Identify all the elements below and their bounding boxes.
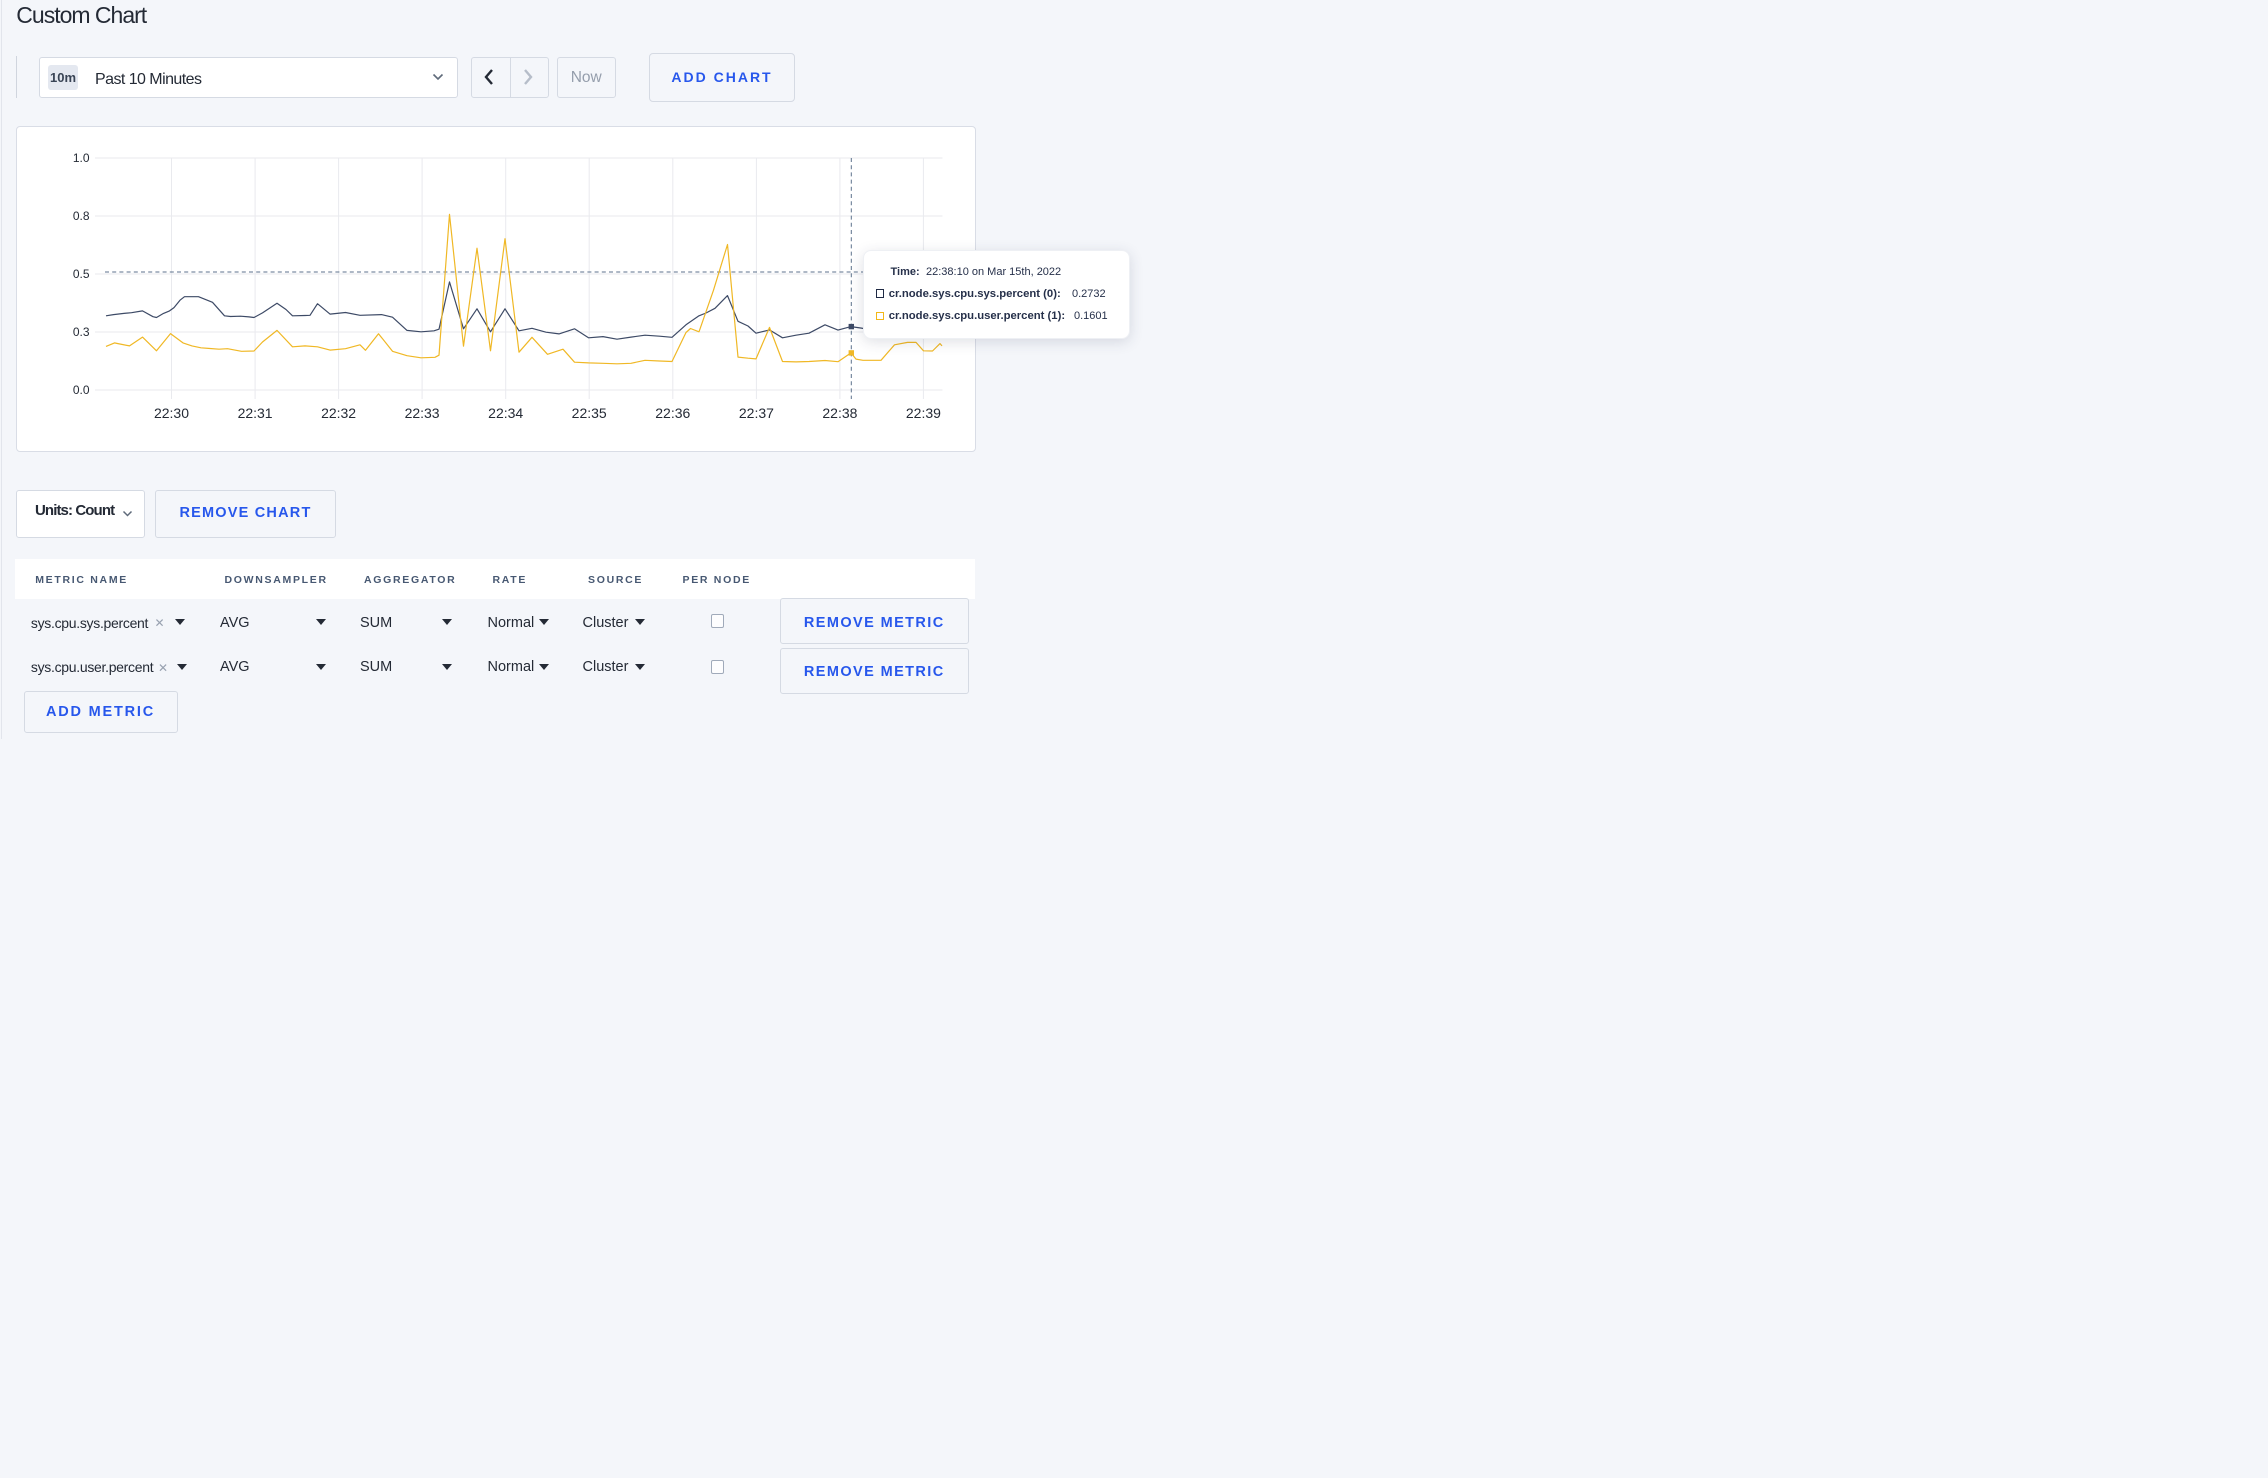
svg-text:22:31: 22:31 <box>238 405 273 421</box>
svg-text:22:37: 22:37 <box>739 405 774 421</box>
svg-text:22:34: 22:34 <box>488 405 523 421</box>
svg-text:0.8: 0.8 <box>73 209 90 223</box>
svg-text:22:38: 22:38 <box>822 405 857 421</box>
svg-text:0.0: 0.0 <box>73 383 90 397</box>
svg-text:22:30: 22:30 <box>154 405 189 421</box>
svg-text:22:33: 22:33 <box>405 405 440 421</box>
svg-text:22:36: 22:36 <box>655 405 690 421</box>
svg-text:0.5: 0.5 <box>73 267 90 281</box>
svg-text:22:39: 22:39 <box>906 405 941 421</box>
svg-text:22:32: 22:32 <box>321 405 356 421</box>
svg-text:22:35: 22:35 <box>572 405 607 421</box>
svg-text:0.3: 0.3 <box>73 325 90 339</box>
svg-text:1.0: 1.0 <box>73 151 90 165</box>
